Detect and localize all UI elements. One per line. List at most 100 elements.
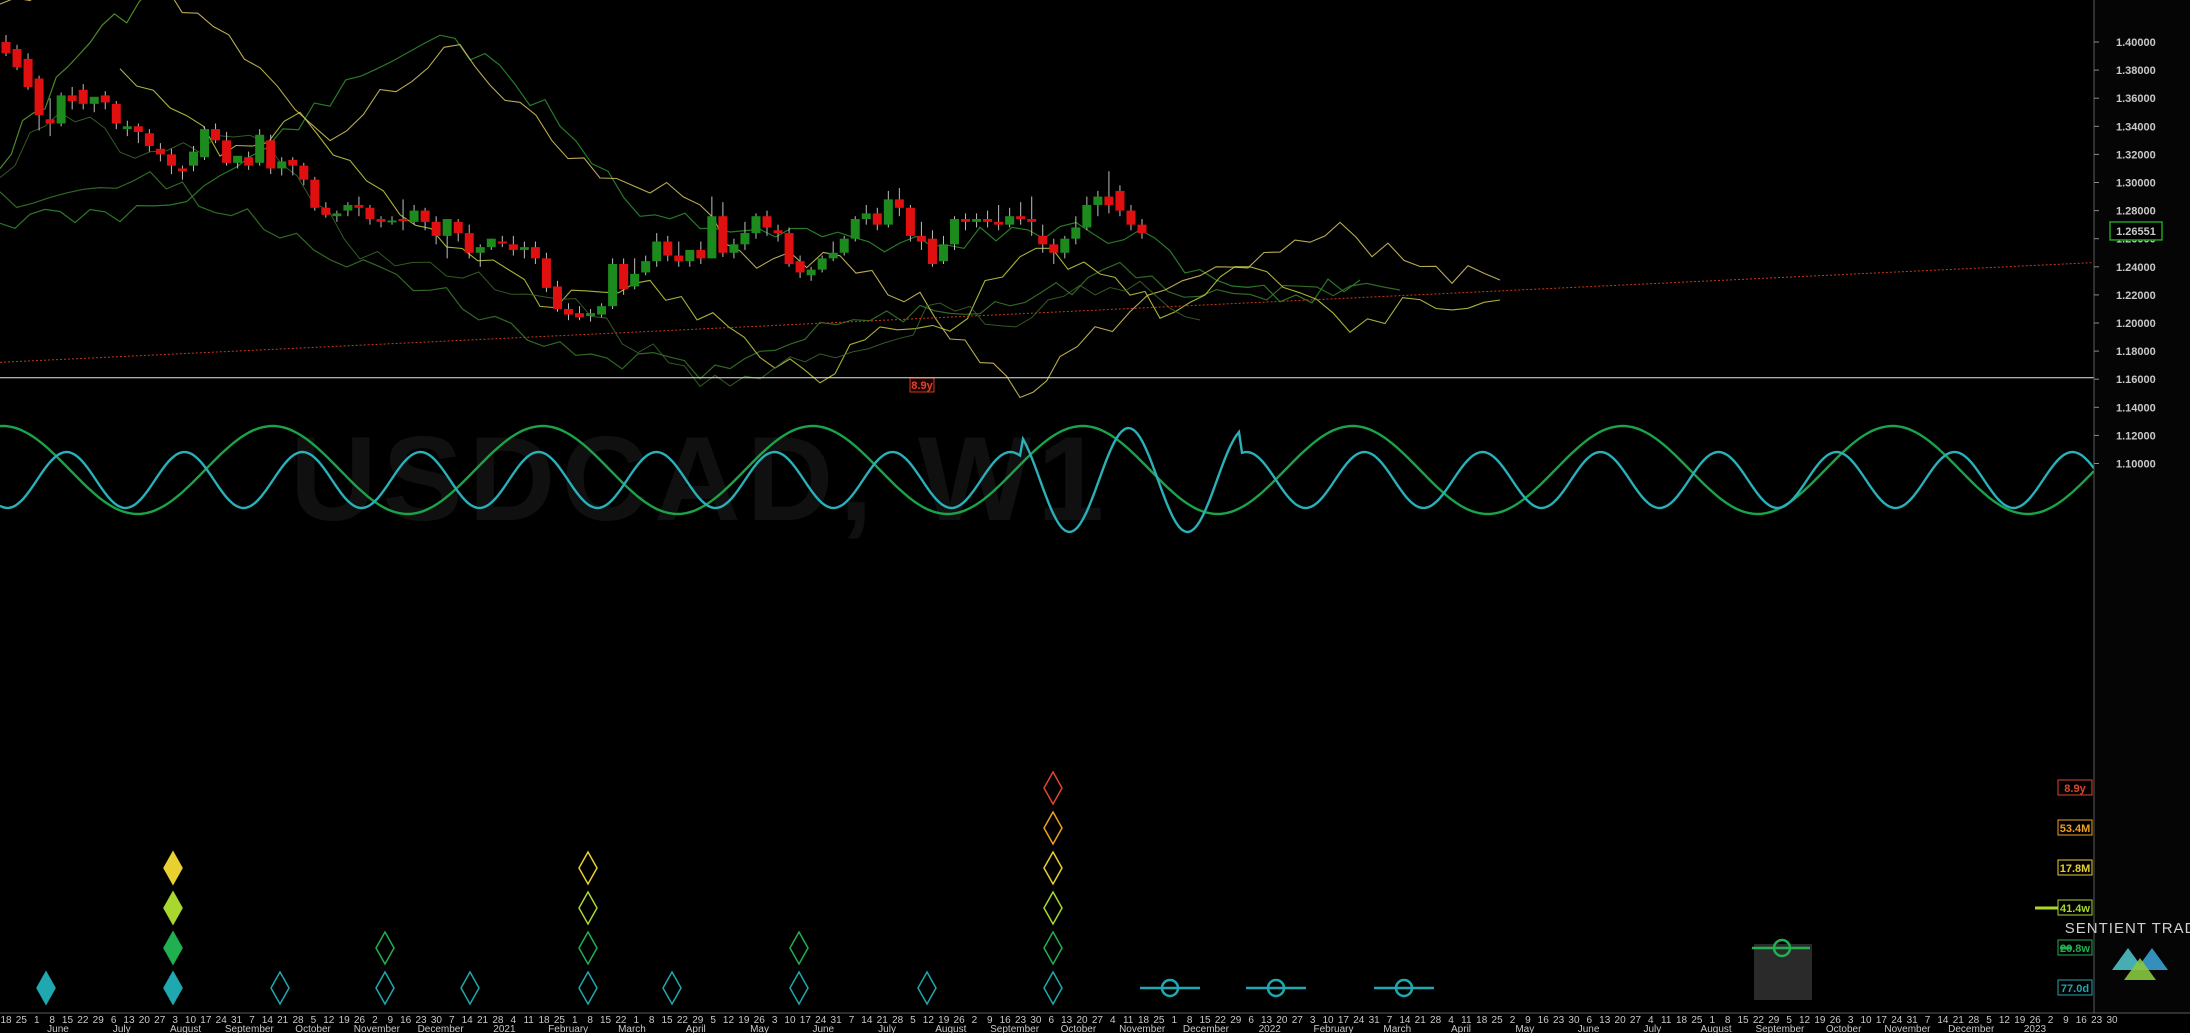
candle[interactable] [839,235,849,256]
candle-body [288,160,298,166]
y-tick-label: 1.10000 [2116,459,2156,471]
candle[interactable] [310,176,320,211]
candle-body [674,255,684,262]
cycle-label-text: 41.4w [2060,903,2090,915]
x-day-label: 6 [1049,1015,1055,1026]
candle[interactable] [266,134,276,175]
candle-body [718,216,728,253]
candle-body [1082,204,1092,228]
x-day-label: 24 [1353,1015,1365,1026]
y-tick-label: 1.24000 [2116,262,2156,274]
x-month-label: June [1578,1024,1600,1033]
candle[interactable] [200,126,210,161]
x-month-label: 2021 [493,1024,516,1033]
cycle-label-text: 8.9y [2064,783,2086,795]
x-month-label: 2023 [2024,1024,2047,1033]
candle-body [244,157,254,166]
y-tick-label: 1.32000 [2116,149,2156,161]
candle-body [751,216,761,234]
candle-body [475,247,485,253]
candle-body [365,207,375,220]
cycle-label-8.9y: 8.9y [2057,779,2093,796]
candle-body [177,168,187,172]
candle-body [1137,224,1147,234]
candle-body [233,155,243,163]
candle-body [619,263,629,290]
candle-body [310,179,320,208]
candle-body [905,207,915,236]
x-day-label: 15 [1738,1015,1750,1026]
x-day-label: 8 [587,1015,593,1026]
candle-body [122,126,132,130]
current-price-badge: 1.26551 [2109,221,2163,241]
candle-body [795,261,805,273]
candle-body [663,241,673,256]
x-day-label: 19 [339,1015,351,1026]
candle-body [144,133,154,146]
candle-body [685,249,695,262]
x-day-label: 29 [93,1015,105,1026]
candle-body [387,220,397,223]
candle-body [200,129,210,158]
candle-body [861,213,871,220]
x-day-label: 23 [2091,1015,2103,1026]
y-tick-label: 1.18000 [2116,346,2156,358]
candle-body [597,306,607,315]
trendline-label-text: 8.9y [911,380,933,392]
x-day-label: 7 [849,1015,855,1026]
candle-body [23,58,33,87]
candle-body [972,219,982,222]
x-day-label: 20 [139,1015,151,1026]
current-price-text: 1.26551 [2116,226,2156,238]
price-chart[interactable]: USDCAD, W1 8.9y 1.40000 1.38000 1.36000 1.340… [0,0,2190,1033]
x-month-label: March [1383,1024,1411,1033]
symbol-watermark: USDCAD, W1 [290,412,1110,546]
cycle-label-77.0d: 77.0d [2057,979,2093,996]
candle-body [916,235,926,242]
candle-body [641,261,651,273]
cycle-label-17.8M: 17.8M [2057,859,2093,876]
candle-body [983,219,993,222]
x-day-label: 8 [649,1015,655,1026]
x-day-label: 21 [277,1015,289,1026]
projection-highlight-box [1754,944,1812,1000]
candle-body [530,247,540,259]
candle-body [464,233,474,253]
candle[interactable] [784,227,794,267]
x-day-label: 18 [1676,1015,1688,1026]
candle-body [817,258,827,270]
candle-body [762,216,772,228]
candle[interactable] [56,92,66,127]
candle[interactable] [608,258,618,309]
x-day-label: 14 [861,1015,873,1026]
x-month-label: September [990,1024,1040,1033]
x-month-label: April [686,1024,706,1033]
cycle-label-text: 77.0d [2061,983,2089,995]
candle-body [420,210,430,222]
candle-body [696,249,706,259]
x-month-label: December [1183,1024,1230,1033]
candle-body [155,148,165,155]
x-day-label: 15 [661,1015,673,1026]
candle-body [541,258,551,288]
y-tick-label: 1.20000 [2116,318,2156,330]
candle-body [1038,235,1048,245]
candle-body [211,129,221,141]
candle-body [188,151,198,166]
x-day-label: 29 [1230,1015,1242,1026]
x-month-label: 2022 [1259,1024,1282,1033]
candle-body [332,213,342,217]
x-month-label: April [1451,1024,1471,1033]
candle-body [1049,244,1059,253]
x-day-label: 6 [1248,1015,1254,1026]
candle[interactable] [850,216,860,242]
candle-body [277,161,287,169]
candle-body [255,134,265,163]
candle-body [1,42,11,54]
x-day-label: 20 [1615,1015,1627,1026]
y-tick-label: 1.12000 [2116,430,2156,442]
candle[interactable] [541,252,551,293]
candle-body [497,241,507,244]
x-month-label: July [878,1024,896,1033]
x-day-label: 11 [1661,1015,1672,1026]
